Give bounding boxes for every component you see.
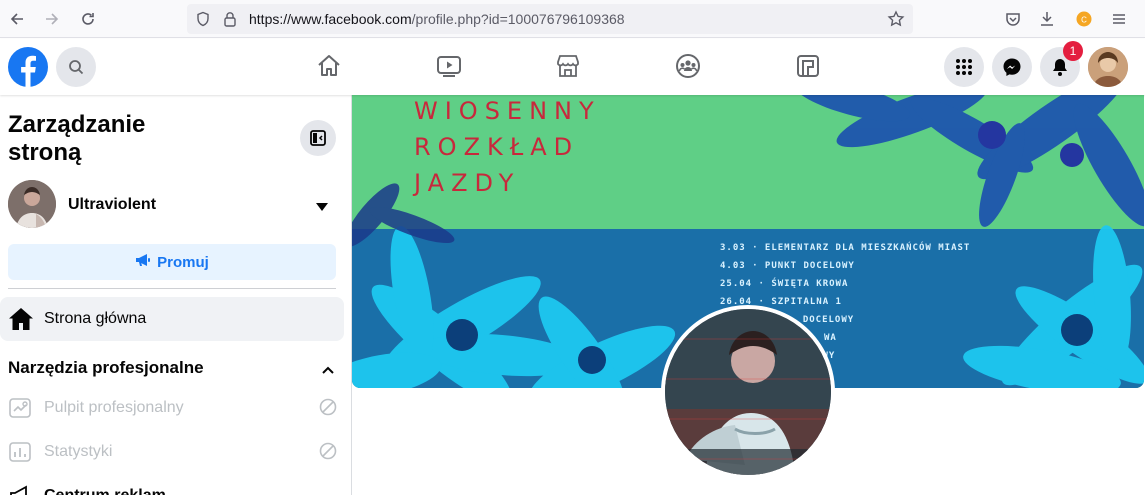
cover-event: 4.03 · PUNKT DOCELOWY — [720, 261, 855, 271]
sidebar-item-label: Statystyki — [44, 443, 113, 460]
section-professional-tools-title: Narzędzia profesjonalne — [8, 358, 204, 377]
messenger-icon[interactable] — [992, 47, 1032, 87]
menu-icon[interactable] — [1108, 8, 1130, 30]
extension-icon[interactable]: C — [1073, 8, 1095, 30]
page-management-sidebar: Zarządzanie stroną Ultraviolent Promuj S… — [0, 95, 352, 495]
sidebar-item-professional-dashboard[interactable]: Pulpit profesjonalny — [0, 391, 351, 425]
sidebar-title: Zarządzanie stroną — [8, 111, 146, 166]
collapse-sidebar-icon[interactable] — [300, 120, 336, 156]
sidebar-divider — [8, 288, 336, 289]
unavailable-icon — [319, 398, 337, 421]
sidebar-item-label: Pulpit profesjonalny — [44, 399, 184, 416]
sidebar-item-label: Centrum reklam — [44, 487, 166, 495]
home-tab-icon[interactable] — [314, 51, 344, 81]
svg-text:C: C — [1081, 16, 1087, 25]
reload-icon[interactable] — [77, 8, 99, 30]
bookmark-star-icon[interactable] — [887, 10, 905, 33]
marketplace-tab-icon[interactable] — [553, 51, 583, 81]
downloads-icon[interactable] — [1036, 8, 1058, 30]
forward-icon[interactable] — [41, 8, 63, 30]
facebook-logo-icon[interactable] — [8, 47, 48, 92]
dashboard-icon — [8, 396, 32, 425]
pocket-icon[interactable] — [1002, 8, 1024, 30]
sidebar-item-statistics[interactable]: Statystyki — [0, 435, 351, 469]
profile-photo-image — [665, 309, 831, 475]
groups-tab-icon[interactable] — [673, 51, 703, 81]
cover-event: 25.04 · ŚWIĘTA KROWA — [720, 279, 849, 289]
cover-headline-line: WIOSENNY — [414, 97, 601, 125]
search-icon[interactable] — [56, 47, 96, 87]
browser-toolbar: https://www.facebook.com/profile.php?id=… — [0, 0, 1145, 38]
watch-tab-icon[interactable] — [434, 51, 464, 81]
page-name[interactable]: Ultraviolent — [68, 196, 156, 214]
menu-grid-icon[interactable] — [944, 47, 984, 87]
notification-badge: 1 — [1063, 41, 1083, 61]
megaphone-icon — [135, 253, 151, 271]
sidebar-item-home[interactable]: Strona główna — [0, 297, 344, 341]
shield-icon[interactable] — [195, 11, 211, 32]
url-text[interactable]: https://www.facebook.com/profile.php?id=… — [249, 11, 625, 27]
page-avatar[interactable] — [8, 180, 56, 228]
account-avatar[interactable] — [1088, 47, 1128, 87]
promote-button[interactable]: Promuj — [8, 244, 336, 280]
lock-icon[interactable] — [223, 11, 237, 32]
cover-headline-line: ROZKŁAD — [414, 133, 580, 161]
unavailable-icon — [319, 442, 337, 465]
gaming-tab-icon[interactable] — [793, 51, 823, 81]
statistics-icon — [8, 440, 32, 469]
cover-event: 3.03 · ELEMENTARZ DLA MIESZKAŃCÓW MIAST — [720, 243, 971, 253]
home-icon — [8, 307, 34, 336]
cover-headline-line: JAZDY — [414, 169, 521, 197]
cover-headline: WIOSENNY ROZKŁAD JAZDY — [414, 95, 601, 201]
url-host: https://www.facebook.com — [249, 11, 412, 27]
url-path: /profile.php?id=100076796109368 — [411, 11, 625, 27]
promote-label: Promuj — [157, 253, 209, 271]
megaphone-icon — [8, 484, 32, 495]
back-icon[interactable] — [6, 8, 28, 30]
chevron-up-icon[interactable] — [321, 362, 335, 380]
sidebar-item-ad-center[interactable]: Centrum reklam — [0, 479, 351, 495]
address-bar[interactable]: https://www.facebook.com/profile.php?id=… — [187, 4, 913, 34]
page-switcher-caret-icon[interactable] — [315, 199, 329, 217]
sidebar-item-home-label: Strona główna — [44, 310, 147, 327]
profile-picture[interactable] — [661, 305, 835, 479]
facebook-top-nav — [0, 39, 1145, 95]
